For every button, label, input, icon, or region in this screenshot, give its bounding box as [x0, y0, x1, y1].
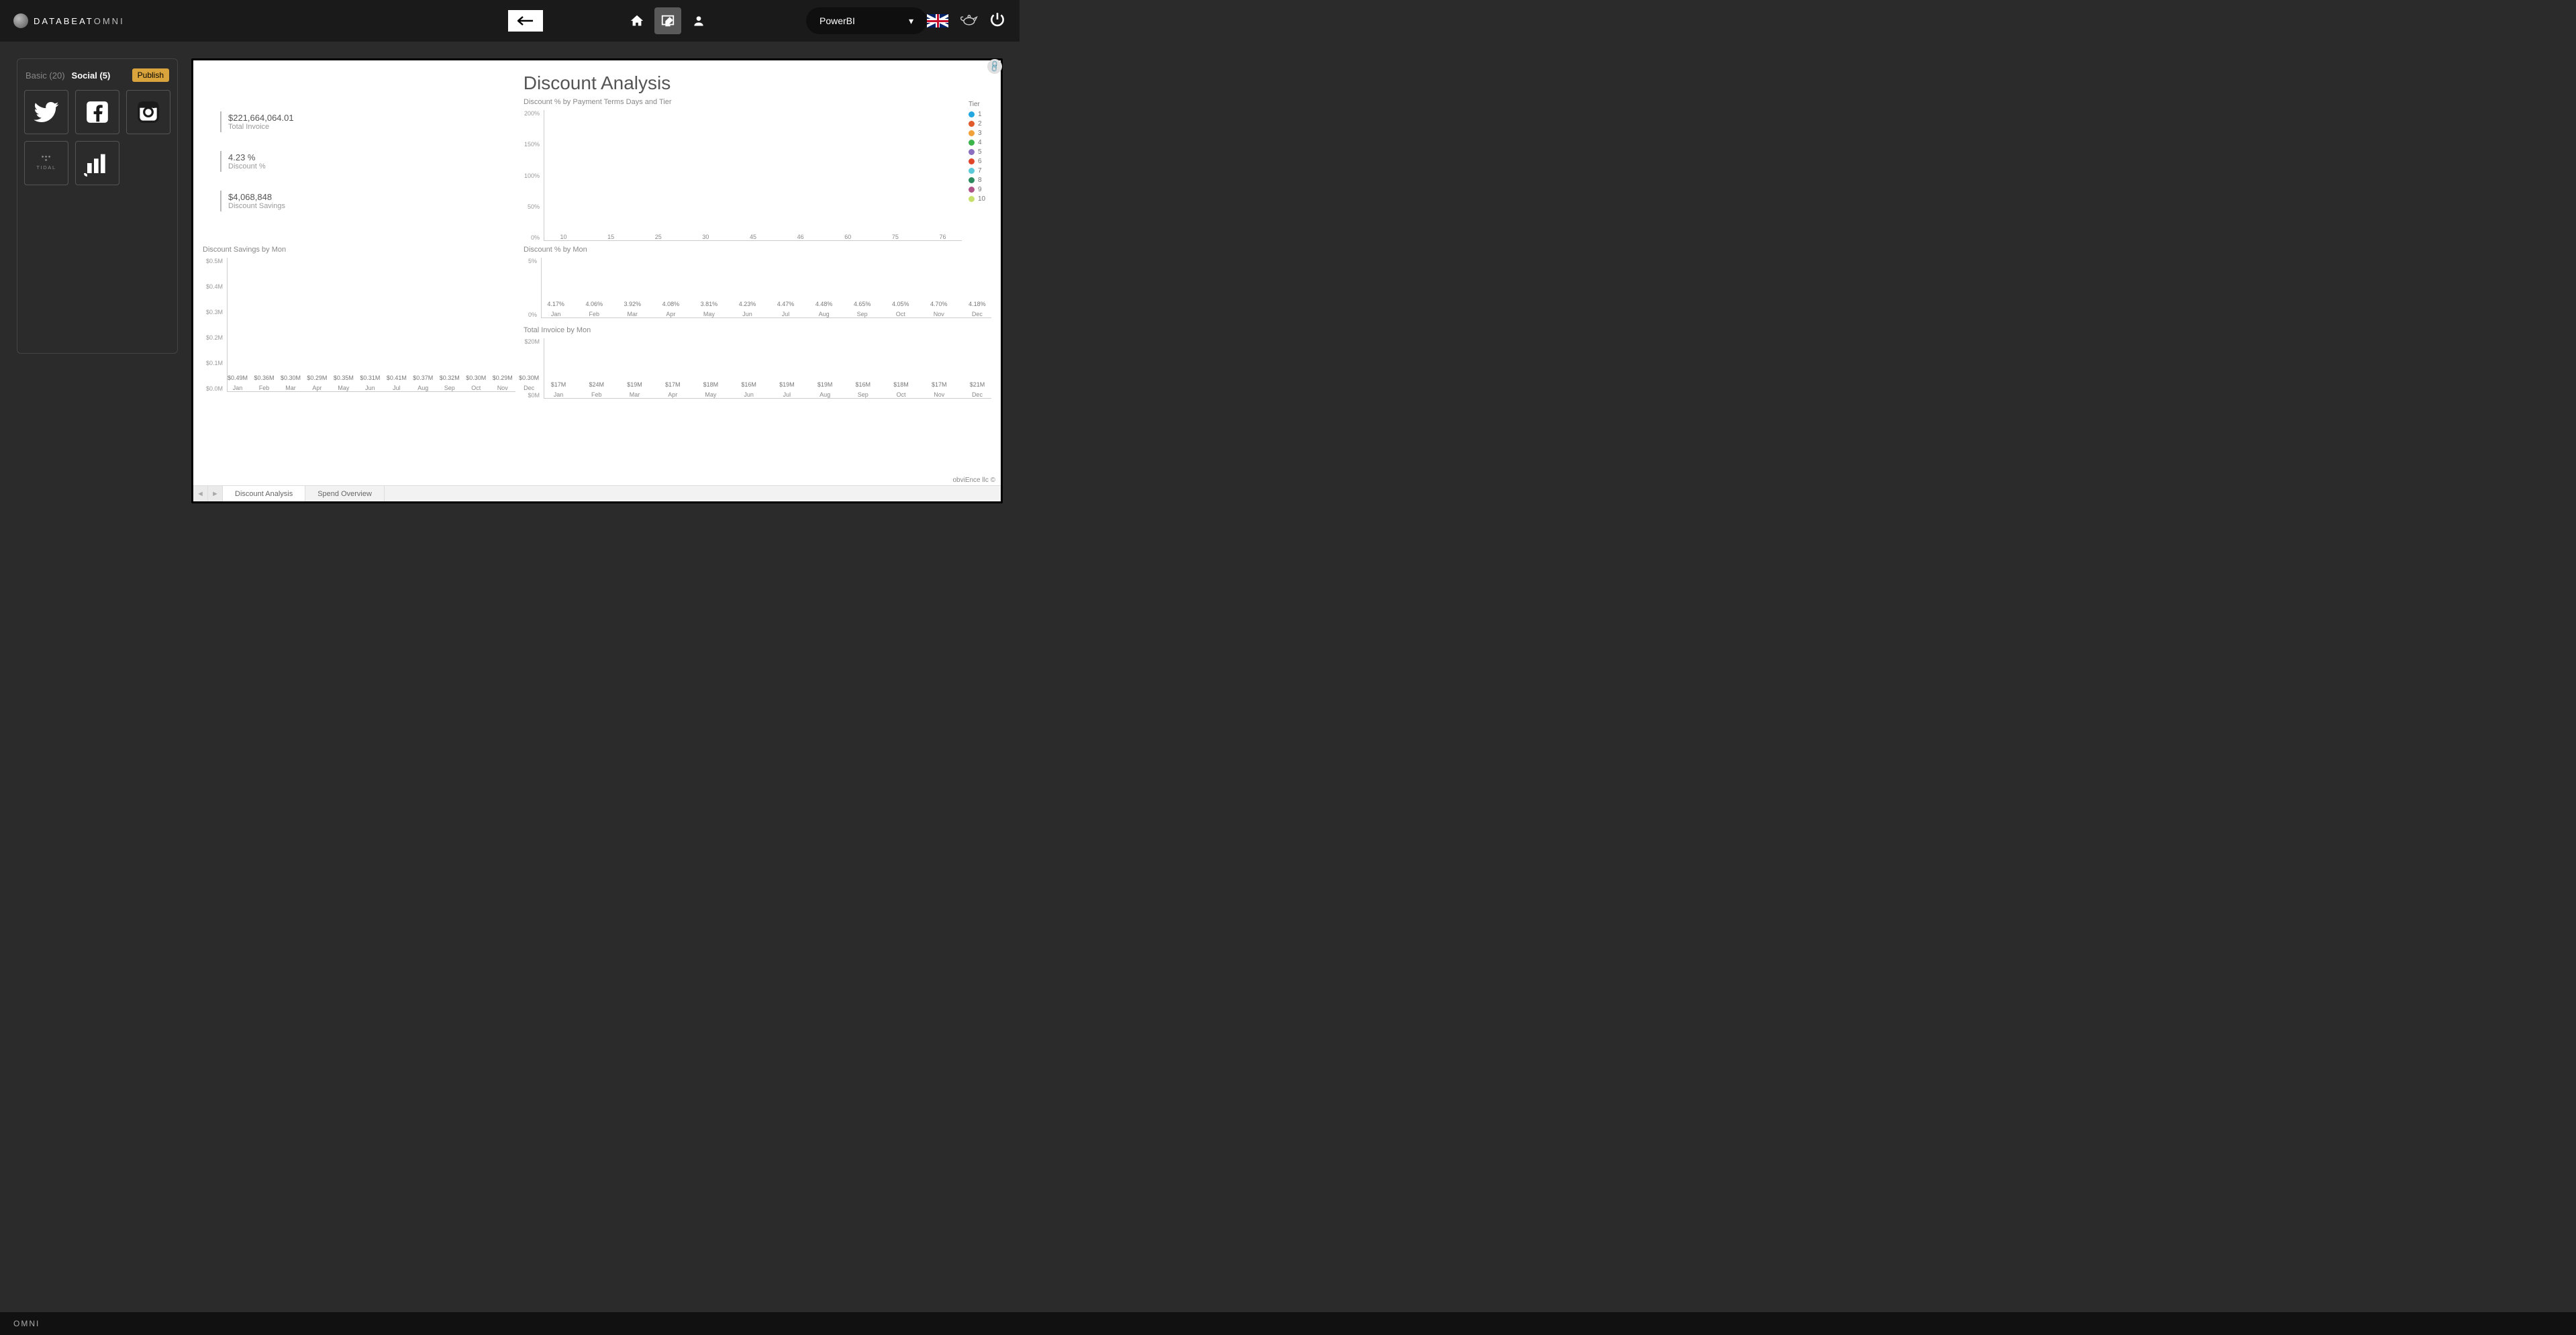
uk-flag-icon[interactable]: [927, 14, 948, 28]
powerbi-icon: [84, 150, 111, 177]
twitter-icon: [33, 99, 60, 126]
report-frame: 🔗 Discount Analysis $221,664,064.01 Tota…: [191, 58, 1003, 503]
sidebar-tile-grid: TIDAL: [24, 90, 170, 185]
powerbi-tile[interactable]: [75, 141, 119, 185]
topbar-center-tabs: [624, 7, 712, 34]
tidal-tile[interactable]: TIDAL: [24, 141, 68, 185]
brand-light: OMNI: [94, 16, 125, 26]
brand-logo-icon: [13, 13, 28, 28]
back-button[interactable]: [508, 10, 543, 32]
power-button[interactable]: [989, 11, 1006, 32]
report-credit: obviEnce llc ©: [952, 477, 995, 484]
dropdown-label: PowerBI: [820, 15, 855, 26]
report-title: Discount Analysis: [193, 60, 1001, 98]
publish-button[interactable]: Publish: [132, 68, 169, 82]
footer: OMNI: [0, 1312, 2576, 1335]
facebook-tile[interactable]: [75, 90, 119, 134]
chart-discount-terms-tier[interactable]: Discount % by Payment Terms Days and Tie…: [521, 98, 962, 246]
chart-discount-savings-mon[interactable]: Discount Savings by Mon $0.5M$0.4M$0.3M$…: [200, 246, 515, 483]
kpi-panel: $221,664,064.01 Total Invoice 4.23 % Dis…: [200, 98, 515, 246]
app-dropdown[interactable]: PowerBI ▾: [806, 7, 927, 34]
sidebar-tabs: Basic (20) Social (5) Publish: [24, 66, 170, 90]
user-button[interactable]: [685, 7, 712, 34]
chevron-down-icon: ▾: [909, 15, 913, 27]
sidebar-tab-social[interactable]: Social (5): [72, 70, 111, 81]
tab-spend-overview[interactable]: Spend Overview: [305, 486, 385, 501]
sidebar-tab-basic[interactable]: Basic (20): [26, 70, 65, 81]
sidebar: Basic (20) Social (5) Publish TIDAL: [17, 58, 178, 354]
teapot-icon[interactable]: [959, 12, 978, 30]
tier-legend: Tier 12345678910: [962, 98, 991, 246]
edit-button[interactable]: [654, 7, 681, 34]
topbar: DATABEATOMNI PowerBI ▾: [0, 0, 1020, 42]
brand-text: DATABEATOMNI: [34, 16, 125, 26]
instagram-icon: [136, 99, 161, 125]
tab-prev-icon[interactable]: ◄: [193, 486, 208, 501]
twitter-tile[interactable]: [24, 90, 68, 134]
kpi-discount-savings: $4,068,848 Discount Savings: [220, 191, 515, 211]
tab-next-icon[interactable]: ►: [208, 486, 223, 501]
footer-brand: OMNI: [13, 1319, 40, 1328]
chart-discount-pct-mon[interactable]: Discount % by Mon 5%0% 4.17%Jan4.06%Feb3…: [521, 246, 991, 326]
kpi-discount-pct: 4.23 % Discount %: [220, 151, 515, 172]
facebook-icon: [85, 99, 110, 125]
instagram-tile[interactable]: [126, 90, 170, 134]
kpi-total-invoice: $221,664,064.01 Total Invoice: [220, 111, 515, 132]
svg-text:TIDAL: TIDAL: [36, 164, 56, 170]
tab-discount-analysis[interactable]: Discount Analysis: [223, 486, 305, 501]
tidal-icon: TIDAL: [30, 152, 63, 175]
chart-total-invoice-mon[interactable]: Total Invoice by Mon $20M$0M $17MJan$24M…: [521, 326, 991, 407]
main-area: Basic (20) Social (5) Publish TIDAL 🔗 Di: [0, 42, 1020, 503]
report-tabs: ◄ ► Discount Analysis Spend Overview: [193, 485, 1001, 501]
home-button[interactable]: [624, 7, 650, 34]
brand-strong: DATABEAT: [34, 16, 94, 26]
brand: DATABEATOMNI: [13, 13, 125, 28]
